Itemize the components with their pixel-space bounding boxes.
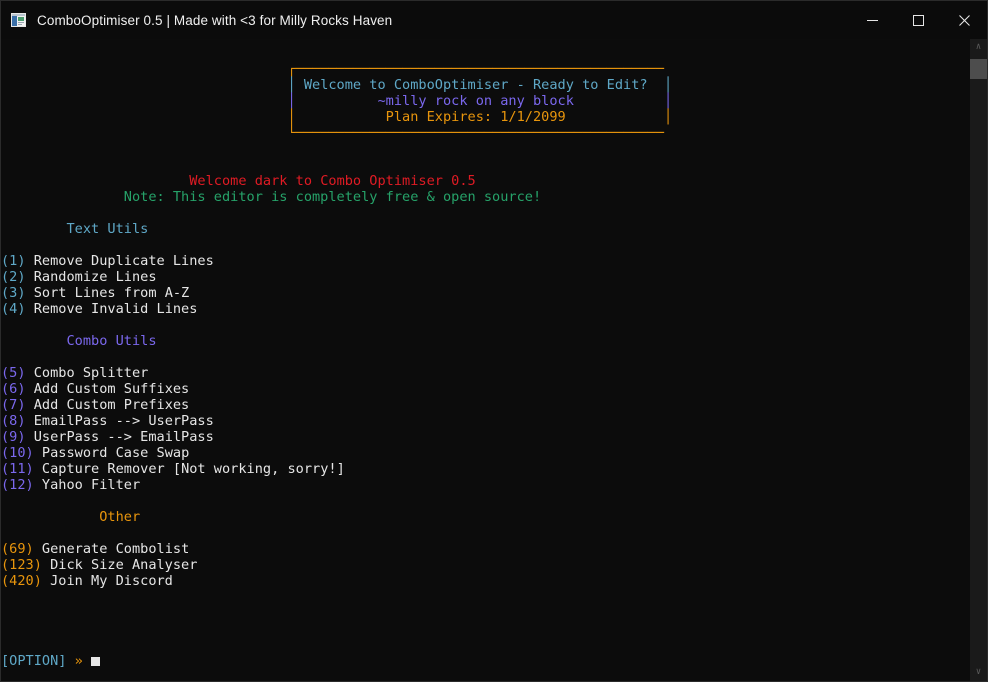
spacer-line <box>1 45 970 61</box>
minimize-button[interactable] <box>849 1 895 39</box>
intro-welcome-line: Welcome dark to Combo Optimiser 0.5 <box>1 173 970 189</box>
spacer-line <box>1 349 970 365</box>
spacer-line <box>1 605 970 621</box>
window-title: ComboOptimiser 0.5 | Made with <3 for Mi… <box>37 13 392 28</box>
spacer-line <box>1 589 970 605</box>
minimize-icon <box>867 15 878 26</box>
spacer-line <box>1 621 970 637</box>
application-window: ComboOptimiser 0.5 | Made with <3 for Mi… <box>0 0 988 682</box>
menu-item: (69) Generate Combolist <box>1 541 970 557</box>
title-bar: ComboOptimiser 0.5 | Made with <3 for Mi… <box>1 1 987 39</box>
section-header-text-utils: Text Utils <box>1 221 970 237</box>
console-area: ┌───────────────────────────────────────… <box>1 39 987 681</box>
spacer-line <box>1 493 970 509</box>
terminal-output[interactable]: ┌───────────────────────────────────────… <box>1 39 970 681</box>
spacer-line <box>1 141 970 157</box>
section-header-other: Other <box>1 509 970 525</box>
menu-item: (7) Add Custom Prefixes <box>1 397 970 413</box>
close-icon <box>959 15 970 26</box>
title-bar-left: ComboOptimiser 0.5 | Made with <3 for Mi… <box>1 12 849 28</box>
spacer-line <box>1 317 970 333</box>
menu-item: (4) Remove Invalid Lines <box>1 301 970 317</box>
scrollbar-thumb[interactable] <box>970 59 987 79</box>
scrollbar-track[interactable] <box>970 56 987 664</box>
menu-item: (11) Capture Remover [Not working, sorry… <box>1 461 970 477</box>
menu-item: (12) Yahoo Filter <box>1 477 970 493</box>
spacer-line <box>1 525 970 541</box>
menu-item: (1) Remove Duplicate Lines <box>1 253 970 269</box>
section-header-combo-utils: Combo Utils <box>1 333 970 349</box>
spacer-line <box>1 237 970 253</box>
menu-item: (420) Join My Discord <box>1 573 970 589</box>
menu-item: (3) Sort Lines from A-Z <box>1 285 970 301</box>
spacer-line <box>1 205 970 221</box>
option-prompt: [OPTION] » <box>1 653 970 669</box>
terminal-lines: ┌───────────────────────────────────────… <box>1 45 970 669</box>
maximize-icon <box>913 15 924 26</box>
menu-item: (8) EmailPass --> UserPass <box>1 413 970 429</box>
text-cursor <box>91 657 100 666</box>
spacer-line <box>1 637 970 653</box>
banner-line-1: │ Welcome to ComboOptimiser - Ready to E… <box>1 77 970 93</box>
window-controls <box>849 1 987 39</box>
maximize-button[interactable] <box>895 1 941 39</box>
intro-note-line: Note: This editor is completely free & o… <box>1 189 970 205</box>
menu-item: (6) Add Custom Suffixes <box>1 381 970 397</box>
scroll-up-arrow-icon[interactable]: ∧ <box>970 39 987 56</box>
menu-item: (10) Password Case Swap <box>1 445 970 461</box>
menu-item: (5) Combo Splitter <box>1 365 970 381</box>
window-app-icon <box>10 12 27 28</box>
menu-item: (9) UserPass --> EmailPass <box>1 429 970 445</box>
scroll-down-arrow-icon[interactable]: ∨ <box>970 664 987 681</box>
banner-line-2: │ ~milly rock on any block │ <box>1 93 970 109</box>
spacer-line <box>1 157 970 173</box>
vertical-scrollbar[interactable]: ∧ ∨ <box>970 39 987 681</box>
close-button[interactable] <box>941 1 987 39</box>
menu-item: (123) Dick Size Analyser <box>1 557 970 573</box>
banner-top-border: ┌───────────────────────────────────────… <box>1 61 970 77</box>
menu-item: (2) Randomize Lines <box>1 269 970 285</box>
banner-bottom-border: └───────────────────────────────────────… <box>1 125 970 141</box>
banner-line-3: │ Plan Expires: 1/1/2099 │ <box>1 109 970 125</box>
